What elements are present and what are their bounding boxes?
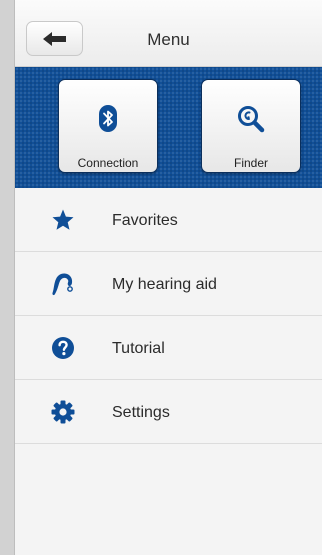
menu-item-favorites[interactable]: Favorites [15, 188, 322, 252]
menu-item-label: Favorites [112, 212, 178, 229]
quick-actions-band: Connection Finder [15, 67, 322, 188]
left-edge-strip [0, 0, 15, 555]
menu-panel: Menu Connection Finder Favorites My hear… [15, 0, 322, 555]
menu-item-label: My hearing aid [112, 276, 217, 293]
connection-label: Connection [77, 156, 139, 170]
page-title: Menu [147, 30, 190, 49]
finder-button[interactable]: Finder [201, 79, 301, 173]
menu-list: Favorites My hearing aid Tutorial Settin… [15, 188, 322, 444]
gear-icon [51, 400, 75, 424]
connection-button[interactable]: Connection [58, 79, 158, 173]
question-circle-icon [52, 337, 74, 359]
menu-item-tutorial[interactable]: Tutorial [15, 316, 322, 380]
finder-magnifier-icon [238, 106, 265, 133]
menu-item-settings[interactable]: Settings [15, 380, 322, 444]
menu-item-label: Tutorial [112, 340, 165, 357]
menu-item-label: Settings [112, 404, 170, 421]
finder-label: Finder [233, 156, 268, 170]
header-bar: Menu [15, 0, 322, 67]
bluetooth-icon [99, 105, 117, 132]
hearing-aid-icon [52, 273, 73, 296]
star-icon [52, 209, 74, 230]
menu-item-my-hearing-aid[interactable]: My hearing aid [15, 252, 322, 316]
